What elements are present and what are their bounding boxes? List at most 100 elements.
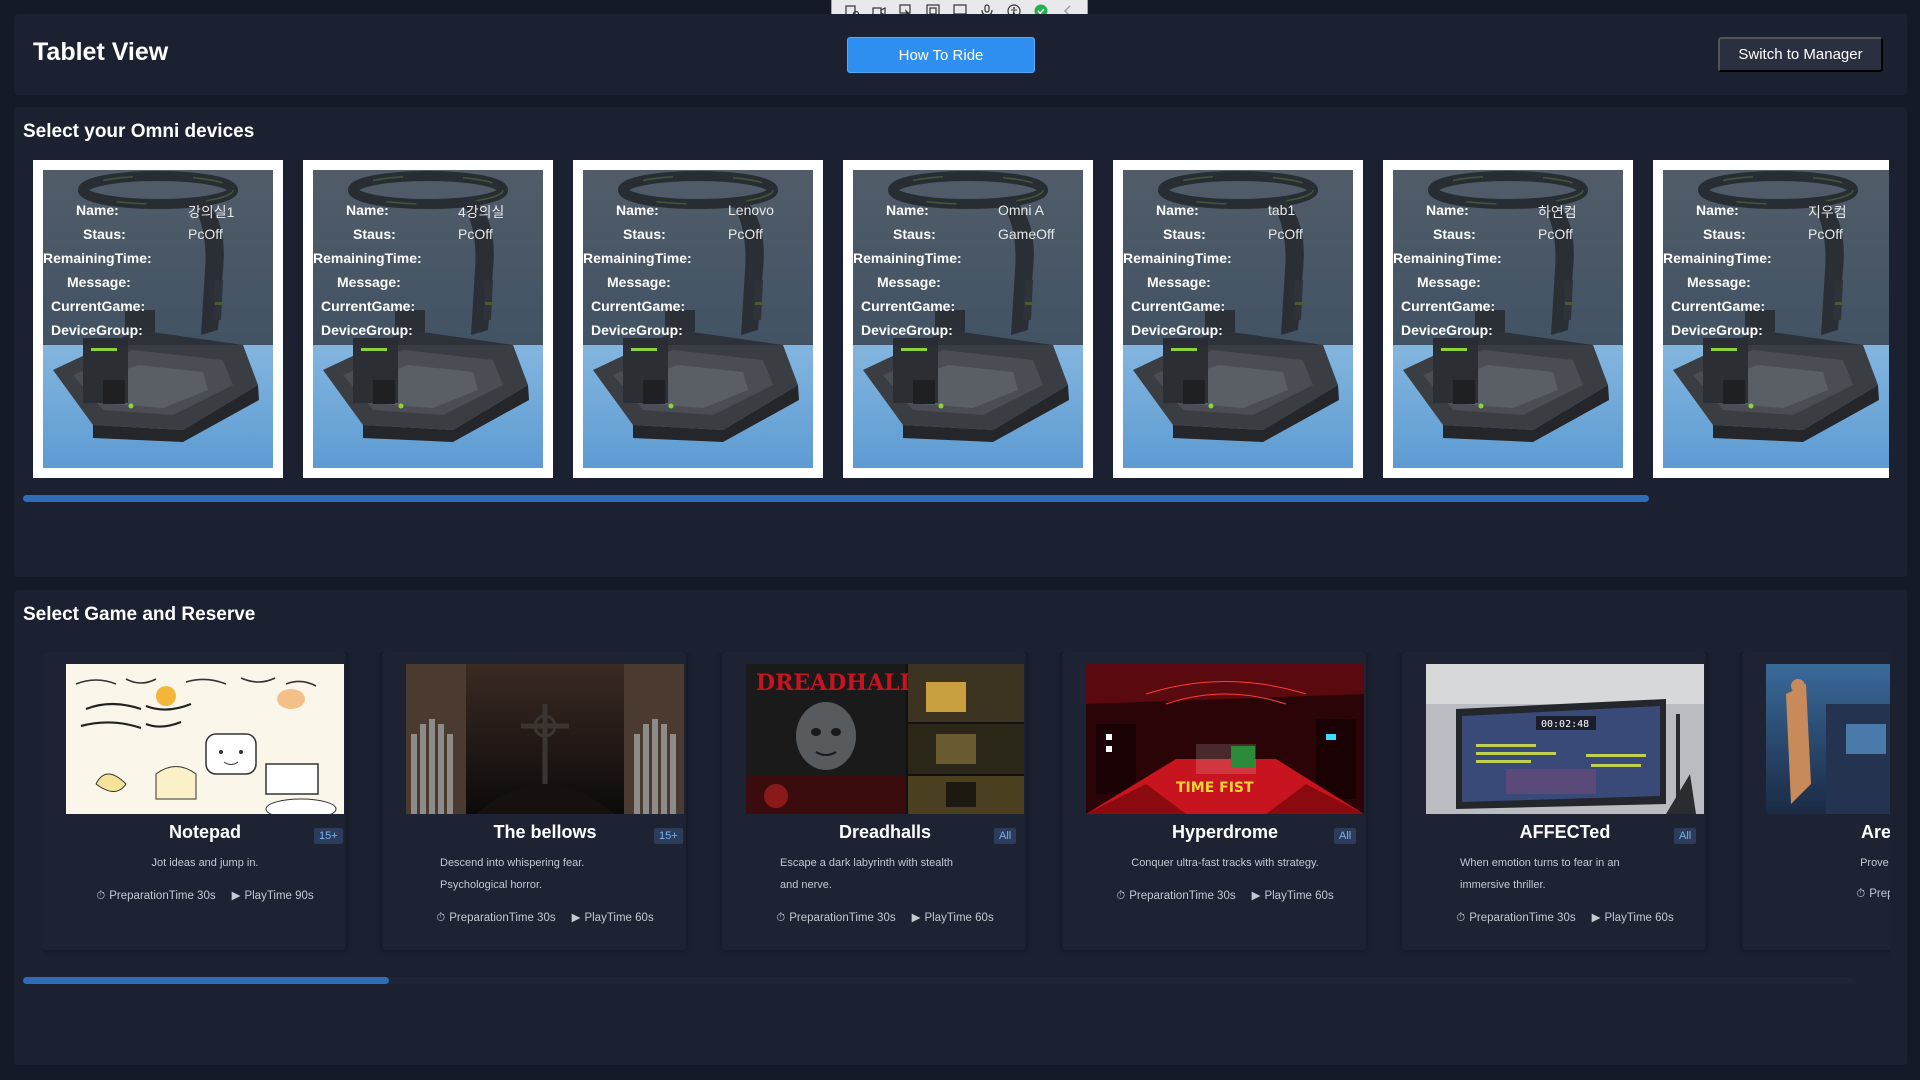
device-group-label: DeviceGroup: xyxy=(1401,322,1493,338)
device-current-game-label: CurrentGame: xyxy=(591,298,686,314)
game-description: Descend into whispering fear. Psychologic… xyxy=(440,857,585,891)
device-card[interactable]: Name: tab1 Staus: PcOff RemainingTime: M… xyxy=(1113,160,1363,478)
device-name-label: Name: xyxy=(1426,202,1469,218)
device-card[interactable]: Name: 지우컴 Staus: PcOff RemainingTime: Me… xyxy=(1653,160,1889,478)
device-card[interactable]: Name: 하연컴 Staus: PcOff RemainingTime: Me… xyxy=(1383,160,1633,478)
device-card[interactable]: Name: 강의실1 Staus: PcOff RemainingTime: M… xyxy=(33,160,283,478)
preparation-time: PreparationTime 30s xyxy=(1129,890,1236,902)
play-time: PlayTime 60s xyxy=(584,912,654,924)
timer-icon: ⏱ xyxy=(436,912,446,924)
device-status-value: PcOff xyxy=(1808,226,1843,242)
svg-text:00:02:48: 00:02:48 xyxy=(1541,719,1589,730)
play-icon: ▶ xyxy=(571,912,581,924)
game-meta: ⏱PreparationTime xyxy=(1766,888,1890,901)
device-status-value: PcOff xyxy=(458,226,493,242)
device-card[interactable]: Name: 4강의실 Staus: PcOff RemainingTime: M… xyxy=(303,160,553,478)
game-card[interactable]: Notepad 15+ Jot ideas and jump in. ⏱ Prepar… xyxy=(42,652,346,950)
games-scrollbar[interactable] xyxy=(23,977,1853,984)
device-current-game-label: CurrentGame: xyxy=(861,298,956,314)
device-status-value: PcOff xyxy=(728,226,763,242)
play-icon: ▶ xyxy=(911,912,921,924)
omni-device-image: Name: Lenovo Staus: PcOff RemainingTime:… xyxy=(583,170,813,468)
device-message-label: Message: xyxy=(877,274,941,290)
device-name-label: Name: xyxy=(886,202,929,218)
games-section-title: Select Game and Reserve xyxy=(23,604,256,625)
preparation-time: PreparationTime 30s xyxy=(1469,912,1576,924)
device-name-value: tab1 xyxy=(1268,202,1296,218)
device-status-label: Staus: xyxy=(1163,226,1206,242)
device-info-overlay: Name: Lenovo Staus: PcOff RemainingTime:… xyxy=(583,170,813,345)
game-card[interactable]: TIME FIST Hyperdrome All Conquer ultra-fas… xyxy=(1062,652,1366,950)
game-card[interactable]: DREADHALLS Dreadhalls All Escape a dark la… xyxy=(722,652,1026,950)
switch-to-manager-button[interactable]: Switch to Manager xyxy=(1718,37,1883,72)
game-title: Dreadhalls xyxy=(838,822,932,842)
play-time: PlayTime 90s xyxy=(244,890,314,902)
device-name-value: 지우컴 xyxy=(1808,204,1847,220)
device-current-game-label: CurrentGame: xyxy=(1671,298,1766,314)
device-status-label: Staus: xyxy=(353,226,396,242)
timer-icon: ⏱ xyxy=(776,912,786,924)
device-info-overlay: Name: 지우컴 Staus: PcOff RemainingTime: Me… xyxy=(1663,170,1889,345)
device-current-game-label: CurrentGame: xyxy=(1131,298,1226,314)
game-card[interactable]: The bellows 15+ Descend into whispering fe… xyxy=(382,652,686,950)
game-title: Hyperdrome xyxy=(1171,822,1279,842)
omni-device-image: Name: 4강의실 Staus: PcOff RemainingTime: M… xyxy=(313,170,543,468)
timer-icon: ⏱ xyxy=(1456,912,1466,924)
game-description: Prove skill in a har xyxy=(1860,857,1890,869)
game-meta: ⏱ PreparationTime 30s ▶ PlayTime 90s xyxy=(66,888,344,903)
device-status-value: PcOff xyxy=(1538,226,1573,242)
device-message-label: Message: xyxy=(1147,274,1211,290)
device-group-label: DeviceGroup: xyxy=(591,322,683,338)
device-name-value: Omni A xyxy=(998,202,1044,218)
device-remaining-label: RemainingTime: xyxy=(853,250,962,266)
device-message-label: Message: xyxy=(337,274,401,290)
game-list[interactable]: Notepad 15+ Jot ideas and jump in. ⏱ Prepar… xyxy=(42,652,1890,957)
timer-icon: ⏱ xyxy=(96,890,106,902)
game-card[interactable]: 00:02:48 AFFECTed All When emotion turns t… xyxy=(1402,652,1706,950)
device-status-value: GameOff xyxy=(998,226,1055,242)
preparation-time: PreparationTime 30s xyxy=(109,890,216,902)
device-name-value: Lenovo xyxy=(728,202,774,218)
omni-device-image: Name: 하연컴 Staus: PcOff RemainingTime: Me… xyxy=(1393,170,1623,468)
age-rating-badge: 15+ xyxy=(654,828,683,844)
device-group-label: DeviceGroup: xyxy=(1671,322,1763,338)
timer-icon: ⏱ xyxy=(1856,888,1866,900)
svg-text:DREADHALLS: DREADHALLS xyxy=(756,670,931,696)
device-info-overlay: Name: 강의실1 Staus: PcOff RemainingTime: M… xyxy=(43,170,273,345)
device-name-value: 하연컴 xyxy=(1538,204,1577,220)
how-to-ride-button[interactable]: How To Ride xyxy=(847,37,1035,73)
devices-scrollbar-thumb[interactable] xyxy=(23,495,1649,502)
device-status-label: Staus: xyxy=(1433,226,1476,242)
device-current-game-label: CurrentGame: xyxy=(1401,298,1496,314)
device-name-value: 4강의실 xyxy=(458,204,505,220)
play-icon: ▶ xyxy=(231,890,241,902)
device-card[interactable]: Name: Omni A Staus: GameOff RemainingTim… xyxy=(843,160,1093,478)
devices-scrollbar[interactable] xyxy=(23,495,1649,502)
svg-text:TIME FIST: TIME FIST xyxy=(1176,780,1254,796)
device-remaining-label: RemainingTime: xyxy=(1123,250,1232,266)
game-card[interactable]: ArenaEx_l Prove skill in a har ⏱Preparati… xyxy=(1742,652,1890,950)
timer-icon: ⏱ xyxy=(1116,890,1126,902)
device-current-game-label: CurrentGame: xyxy=(321,298,416,314)
device-name-label: Name: xyxy=(616,202,659,218)
game-description: Escape a dark labyrinth with stealth and … xyxy=(780,857,954,891)
device-status-value: PcOff xyxy=(188,226,223,242)
device-remaining-label: RemainingTime: xyxy=(583,250,692,266)
play-icon: ▶ xyxy=(1591,912,1601,924)
game-meta: ⏱ PreparationTime 30s ▶ PlayTime 60s xyxy=(746,910,1024,925)
device-name-label: Name: xyxy=(76,202,119,218)
games-scrollbar-thumb[interactable] xyxy=(23,977,389,984)
device-name-value: 강의실1 xyxy=(188,204,235,220)
device-group-label: DeviceGroup: xyxy=(861,322,953,338)
device-message-label: Message: xyxy=(67,274,131,290)
game-meta: ⏱ PreparationTime 30s ▶ PlayTime 60s xyxy=(1426,910,1704,925)
device-status-value: PcOff xyxy=(1268,226,1303,242)
device-group-label: DeviceGroup: xyxy=(321,322,413,338)
game-meta: ⏱ PreparationTime 30s ▶ PlayTime 60s xyxy=(406,910,684,925)
device-card[interactable]: Name: Lenovo Staus: PcOff RemainingTime:… xyxy=(573,160,823,478)
play-time: PlayTime 60s xyxy=(1604,912,1674,924)
game-title: ArenaEx_l xyxy=(1860,822,1890,842)
omni-device-image: Name: Omni A Staus: GameOff RemainingTim… xyxy=(853,170,1083,468)
omni-device-image: Name: 강의실1 Staus: PcOff RemainingTime: M… xyxy=(43,170,273,468)
device-list[interactable]: Name: 강의실1 Staus: PcOff RemainingTime: M… xyxy=(33,160,1889,480)
